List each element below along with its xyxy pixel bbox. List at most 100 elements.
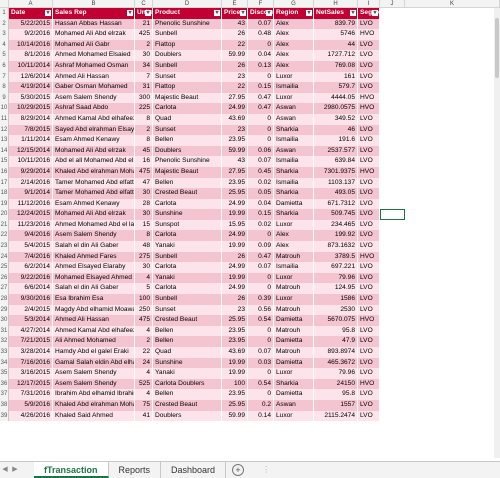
cell-price[interactable]: 25.95 — [222, 399, 248, 411]
cell-price[interactable]: 24.99 — [222, 230, 248, 242]
cell-date[interactable]: 5/30/2015 — [9, 92, 53, 104]
cell-discount[interactable]: 0 — [248, 135, 274, 146]
cell-discount[interactable]: 0.14 — [248, 410, 274, 422]
empty-cell[interactable] — [380, 230, 405, 242]
cell-net-sales[interactable]: 4444.05 — [314, 92, 358, 104]
empty-cell[interactable] — [380, 251, 405, 263]
table-row[interactable]: 12 7/8/2015 Sayed Abd elrahman Elsayed 2 Sun… — [0, 124, 500, 136]
cell-units[interactable]: 5 — [135, 283, 153, 295]
row-number[interactable]: 11 — [0, 113, 9, 125]
empty-cell[interactable] — [380, 399, 405, 411]
cell-price[interactable]: 23 — [222, 71, 248, 83]
cell-date[interactable]: 10/11/2014 — [9, 60, 53, 72]
cell-date[interactable]: 5/4/2015 — [9, 241, 53, 252]
empty-cell[interactable] — [380, 315, 405, 326]
cell-sales-rep[interactable]: Ashraf Saad Abdo — [53, 103, 135, 114]
cell-price[interactable]: 23.95 — [222, 336, 248, 347]
cell-units[interactable]: 47 — [135, 177, 153, 189]
cell-segment[interactable]: LVO — [358, 156, 380, 167]
cell-discount[interactable]: 0.48 — [248, 29, 274, 40]
cell-date[interactable]: 8/1/2016 — [9, 50, 53, 61]
cell-region[interactable]: Damietta — [274, 315, 314, 326]
cell-net-sales[interactable]: 671.7312 — [314, 198, 358, 210]
cell-net-sales[interactable]: 5670.075 — [314, 315, 358, 326]
cell-region[interactable]: Alex — [274, 241, 314, 252]
cell-segment[interactable]: LVO — [358, 294, 380, 305]
empty-cell[interactable] — [405, 410, 500, 422]
cell-price[interactable]: 24.99 — [222, 262, 248, 273]
row-number[interactable]: 37 — [0, 389, 9, 400]
empty-cell[interactable] — [380, 378, 405, 390]
table-row[interactable]: 21 11/23/2016 Ahmed Mohamed Abd el latef 15… — [0, 219, 500, 231]
cell-region[interactable]: Damietta — [274, 336, 314, 347]
cell-price[interactable]: 43.69 — [222, 113, 248, 125]
cell-date[interactable]: 6/2/2014 — [9, 262, 53, 273]
cell-units[interactable]: 7 — [135, 71, 153, 83]
cell-sales-rep[interactable]: Ahmed Kamal Abd elhafeez — [53, 113, 135, 125]
cell-net-sales[interactable]: 465.3672 — [314, 357, 358, 369]
header-product[interactable]: Product — [153, 8, 222, 19]
cell-region[interactable]: Sharkia — [274, 188, 314, 199]
cell-units[interactable]: 525 — [135, 378, 153, 390]
cell-discount[interactable]: 0.56 — [248, 304, 274, 316]
table-row[interactable]: 29 2/4/2015 Magdy Abd elhamid Moawad 250 Sun… — [0, 304, 500, 316]
cell-units[interactable]: 2 — [135, 336, 153, 347]
empty-cell[interactable] — [405, 124, 500, 136]
table-row[interactable]: 9 5/30/2015 Asem Salem Shendy 300 Majestic B… — [0, 92, 500, 104]
cell-units[interactable]: 22 — [135, 347, 153, 358]
cell-net-sales[interactable]: 1727.712 — [314, 50, 358, 61]
cell-sales-rep[interactable]: Ahmed Kamal Abd elhafeez — [53, 325, 135, 337]
row-number[interactable]: 8 — [0, 82, 9, 93]
cell-sales-rep[interactable]: Ahmed Ali Hassan — [53, 315, 135, 326]
cell-segment[interactable]: LVO — [358, 18, 380, 30]
cell-date[interactable]: 10/14/2016 — [9, 39, 53, 51]
header-net-sales[interactable]: NetSales — [314, 8, 358, 19]
row-number[interactable]: 26 — [0, 272, 9, 284]
cell-discount[interactable]: 0 — [248, 39, 274, 51]
cell-sales-rep[interactable]: Salah el din Ali Gaber — [53, 283, 135, 295]
cell-product[interactable]: Sunbell — [153, 251, 222, 263]
cell-discount[interactable]: 0 — [248, 272, 274, 284]
cell-product[interactable]: Quad — [153, 113, 222, 125]
cell-date[interactable]: 12/15/2014 — [9, 145, 53, 157]
cell-region[interactable]: Aswan — [274, 113, 314, 125]
cell-region[interactable]: Sharkia — [274, 209, 314, 220]
empty-cell[interactable] — [405, 304, 500, 316]
empty-cell[interactable] — [380, 82, 405, 93]
cell-units[interactable]: 41 — [135, 410, 153, 422]
cell-region[interactable]: Matrouh — [274, 283, 314, 295]
cell-discount[interactable]: 0 — [248, 325, 274, 337]
cell-region[interactable]: Matrouh — [274, 347, 314, 358]
column-header-i[interactable]: I — [358, 0, 380, 7]
cell-sales-rep[interactable]: Khaled Abd elrahman Mohamed — [53, 166, 135, 178]
cell-discount[interactable]: 0.06 — [248, 145, 274, 157]
cell-product[interactable]: Sunbell — [153, 294, 222, 305]
cell-date[interactable]: 9/29/2014 — [9, 166, 53, 178]
cell-price[interactable]: 26 — [222, 60, 248, 72]
column-header-a[interactable]: A — [9, 0, 53, 7]
row-number[interactable]: 15 — [0, 156, 9, 167]
table-row[interactable]: 31 4/27/2014 Ahmed Kamal Abd elhafeez 4 Bell… — [0, 325, 500, 337]
cell-product[interactable]: Carlota — [153, 103, 222, 114]
cell-sales-rep[interactable]: Mohamed Ali Abd elrzak — [53, 145, 135, 157]
empty-cell[interactable] — [405, 18, 500, 30]
empty-cell[interactable] — [380, 262, 405, 273]
cell-price[interactable]: 43.69 — [222, 347, 248, 358]
empty-cell[interactable] — [380, 166, 405, 178]
table-row[interactable]: 2 5/22/2015 Hassan Abbas Hassan 21 Phenolic … — [0, 18, 500, 30]
cell-price[interactable]: 59.99 — [222, 145, 248, 157]
cell-net-sales[interactable]: 234.465 — [314, 219, 358, 231]
cell-region[interactable]: Luxor — [274, 294, 314, 305]
cell-product[interactable]: Doublers — [153, 145, 222, 157]
row-number[interactable]: 6 — [0, 60, 9, 72]
cell-date[interactable]: 10/11/2016 — [9, 156, 53, 167]
cell-segment[interactable]: LVO — [358, 209, 380, 220]
cell-net-sales[interactable]: 697.221 — [314, 262, 358, 273]
row-number[interactable]: 22 — [0, 230, 9, 242]
cell-segment[interactable]: LVO — [358, 241, 380, 252]
cell-sales-rep[interactable]: Ahmed Elsayed Elaraby — [53, 262, 135, 273]
cell-date[interactable]: 9/22/2016 — [9, 272, 53, 284]
cell-price[interactable]: 23 — [222, 304, 248, 316]
cell-price[interactable]: 22 — [222, 82, 248, 93]
cell-sales-rep[interactable]: Abd el all Mohamed Abd el all — [53, 156, 135, 167]
